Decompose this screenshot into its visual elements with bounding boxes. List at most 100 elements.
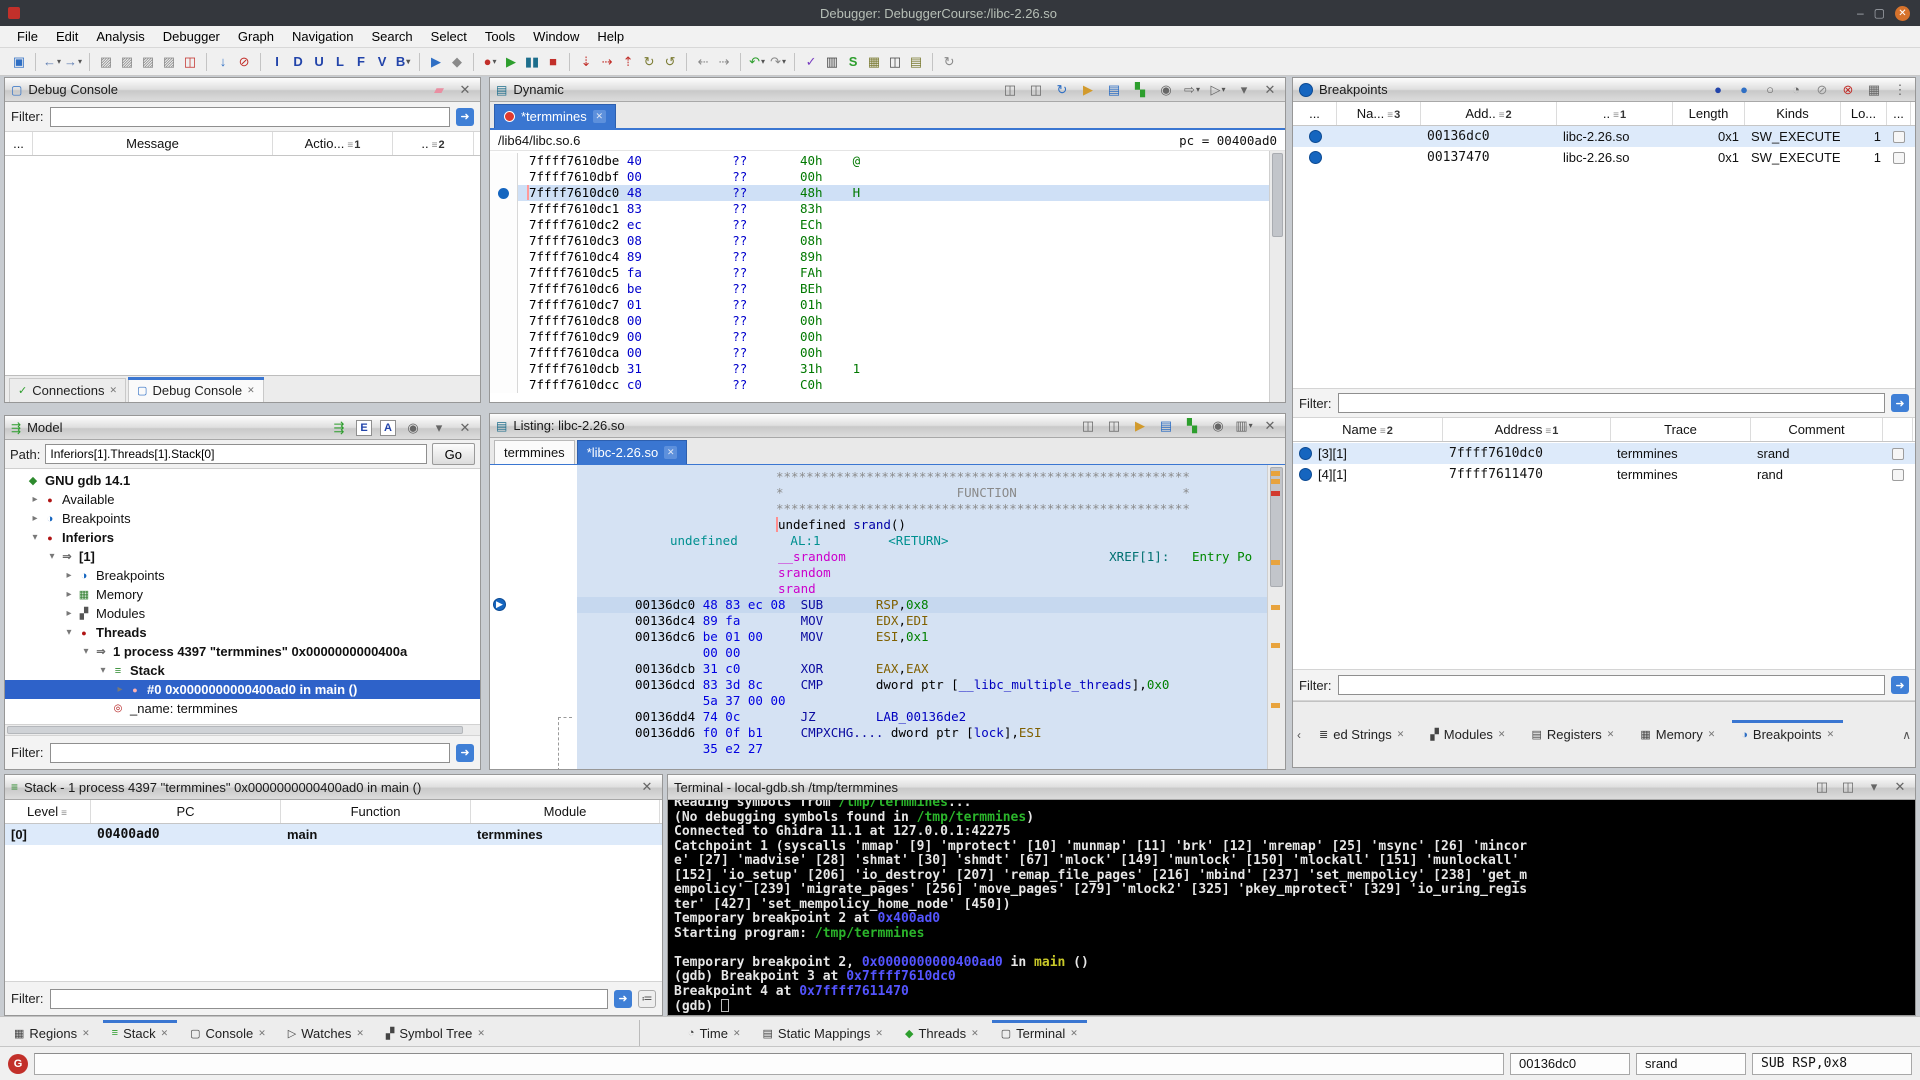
memory-row[interactable]: 7ffff7610dc3 08 ?? 08h (490, 233, 1269, 249)
memory-row[interactable]: 7ffff7610dbf 00 ?? 00h (490, 169, 1269, 185)
step-out-icon[interactable]: ⇡ (619, 52, 637, 71)
expander-icon[interactable]: ▾ (96, 665, 110, 676)
panel-menu-icon[interactable]: ▾ (1865, 779, 1883, 796)
goto-icon[interactable]: ⇨ ▾ (1183, 81, 1201, 98)
memory-row[interactable]: 7ffff7610dc5 fa ?? FAh (490, 265, 1269, 281)
expander-icon[interactable]: ▾ (62, 627, 76, 638)
listing-line[interactable]: 00136dc0 48 83 ec 08 SUB RSP,0x8 (577, 597, 1267, 613)
tab-scroll-left-icon[interactable]: ‹ (1297, 728, 1301, 742)
mark-instruction-icon[interactable]: I (268, 52, 286, 71)
close-tab-icon[interactable]: ✕ (875, 1028, 883, 1039)
clone-connection-icon[interactable]: ◫ (1839, 779, 1857, 796)
snapshot-icon[interactable]: ◉ (404, 419, 422, 436)
tree-node-gnu-gdb-14-1[interactable]: ◆ GNU gdb 14.1 (5, 471, 480, 490)
resume-icon[interactable]: ▶ (502, 52, 520, 71)
enable-breakpoints-icon[interactable]: ● (1735, 81, 1753, 98)
create-variable-icon[interactable]: V (373, 52, 391, 71)
memory-row[interactable]: 7ffff7610dc1 83 ?? 83h (490, 201, 1269, 217)
clone-icon[interactable]: ◫ (1813, 779, 1831, 796)
column-header-name[interactable]: Name ≡2 (1293, 418, 1443, 441)
location-checkbox[interactable] (1892, 447, 1904, 460)
close-tab-icon[interactable]: ✕ (1708, 729, 1716, 740)
tab-watches[interactable]: ▷ Watches ✕ (280, 1020, 372, 1046)
tab-symbol-tree[interactable]: ▞ Symbol Tree ✕ (378, 1020, 493, 1046)
listing-line[interactable]: undefined srand() (577, 517, 1267, 533)
column-header-message[interactable]: Message (33, 132, 273, 155)
tab-libc-2-26-so[interactable]: *libc-2.26.so ✕ (576, 440, 688, 464)
tree-node-1-process-4397-termmines[interactable]: ▾ ⇒ 1 process 4397 "termmines" 0x000000000… (5, 642, 480, 661)
kill-icon[interactable]: ■ (544, 52, 562, 71)
expander-icon[interactable]: ▸ (113, 684, 127, 695)
column-header-icon[interactable] (1883, 418, 1913, 441)
tree-node-0-0x0000000000400ad0-in-[interactable]: ▸ ● #0 0x0000000000400ad0 in main () (5, 680, 480, 699)
tree-node-inferiors[interactable]: ▾ ● Inferiors (5, 528, 480, 547)
step-into-icon[interactable]: ⇣ (577, 52, 595, 71)
close-icon[interactable]: ✕ (1895, 5, 1910, 21)
column-header-icon[interactable]: ... (1887, 102, 1911, 125)
pin-location-icon[interactable]: ◆ (448, 52, 466, 71)
memory-map-icon[interactable]: ▦ (865, 52, 883, 71)
column-header-icon[interactable]: ... (5, 132, 33, 155)
tab-termmines[interactable]: *termmines ✕ (494, 104, 616, 128)
tab-memory[interactable]: ▦ Memory ✕ (1632, 720, 1723, 750)
model-path-input[interactable] (45, 444, 427, 464)
panel-menu-icon[interactable]: ⋮ (1891, 81, 1909, 98)
clear-console-icon[interactable]: ▰ (430, 81, 448, 98)
maximize-icon[interactable]: ▢ (1874, 6, 1885, 20)
redo-icon[interactable]: ↷ ▾ (769, 52, 787, 71)
refresh-icon[interactable]: ↻ (1053, 81, 1071, 98)
tree-node-stack[interactable]: ▾ ≡ Stack (5, 661, 480, 680)
column-header-icon[interactable]: .. ≡2 (393, 132, 474, 155)
close-tab-icon[interactable]: ✕ (161, 1028, 169, 1039)
breakpoint-state-icon[interactable] (1308, 151, 1322, 164)
edit-fields-icon[interactable]: ▥ ▾ (1235, 417, 1253, 434)
expander-icon[interactable]: ▾ (45, 551, 59, 562)
menu-debugger[interactable]: Debugger (154, 27, 229, 46)
column-header-module[interactable]: Module (471, 800, 660, 823)
tab-overflow-icon[interactable]: ∧ (1902, 728, 1911, 742)
tab-terminal[interactable]: ▢ Terminal ✕ (991, 1020, 1087, 1046)
field-setup-icon[interactable]: ▤ (1157, 417, 1175, 434)
step-back-icon[interactable]: ↺ (661, 52, 679, 71)
model-filter-input[interactable] (49, 742, 450, 763)
cursor-tracking-icon[interactable]: ▶ (1131, 417, 1149, 434)
expander-icon[interactable]: ▸ (62, 589, 76, 600)
script-manager-icon[interactable]: S (844, 52, 862, 71)
column-header-icon[interactable]: .. ≡1 (1557, 102, 1673, 125)
close-tab-icon[interactable]: ✕ (247, 385, 255, 396)
close-tab-icon[interactable]: ✕ (356, 1028, 364, 1039)
column-header-pc[interactable]: PC (91, 800, 281, 823)
chart-icon[interactable]: ▚ (1131, 81, 1149, 98)
location-checkbox[interactable] (1892, 468, 1904, 481)
capture-icon[interactable]: ◉ (1209, 417, 1227, 434)
listing-scrollbar[interactable] (1267, 465, 1285, 769)
tree-node-memory[interactable]: ▸ ▦ Memory (5, 585, 480, 604)
nav-forward-icon[interactable]: → ▾ (64, 52, 82, 71)
column-header-level[interactable]: Level ≡ (5, 800, 91, 823)
go-button[interactable]: Go (431, 443, 475, 465)
clear-code-icon[interactable]: ⊘ (235, 52, 253, 71)
tree-node-name-termmines[interactable]: ◎ _name: termmines (5, 699, 480, 718)
close-tab-icon[interactable]: ✕ (1498, 729, 1506, 740)
filter-config-icon[interactable]: ➜ (456, 107, 474, 126)
listing-line[interactable]: 00136dcb 31 c0 XOR EAX,EAX (577, 661, 1267, 677)
close-tab-icon[interactable]: ✕ (733, 1028, 741, 1039)
byte-viewer-icon[interactable]: ▥ (823, 52, 841, 71)
listing-line[interactable]: 00136dd4 74 0c JZ LAB_00136de2 (577, 709, 1267, 725)
pc-marker-icon[interactable]: ▶ (493, 598, 506, 611)
listing-line[interactable]: __srandom XREF[1]: Entry Po (577, 549, 1267, 565)
close-tab-icon[interactable]: ✕ (82, 1028, 90, 1039)
column-header-function[interactable]: Function (281, 800, 471, 823)
memory-row[interactable]: 7ffff7610dca 00 ?? 00h (490, 345, 1269, 361)
cursor-tracking-icon[interactable]: ▶ (1079, 81, 1097, 98)
capture-icon[interactable]: ◉ (1157, 81, 1175, 98)
memory-row[interactable]: 7ffff7610dbe 40 ?? 40h @ (490, 153, 1269, 169)
pull-down-icon[interactable]: ↓ (214, 52, 232, 71)
column-header-lo[interactable]: Lo... (1841, 102, 1887, 125)
memory-row[interactable]: 7ffff7610dc9 00 ?? 00h (490, 329, 1269, 345)
listing-line[interactable]: ****************************************… (577, 501, 1267, 517)
tab-debug-console[interactable]: ▢ Debug Console ✕ (128, 377, 264, 402)
mark-undefined-icon[interactable]: U (310, 52, 328, 71)
close-tab-icon[interactable]: ✕ (1607, 729, 1615, 740)
tree-node-breakpoints[interactable]: ▸ ◑ Breakpoints (5, 509, 480, 528)
